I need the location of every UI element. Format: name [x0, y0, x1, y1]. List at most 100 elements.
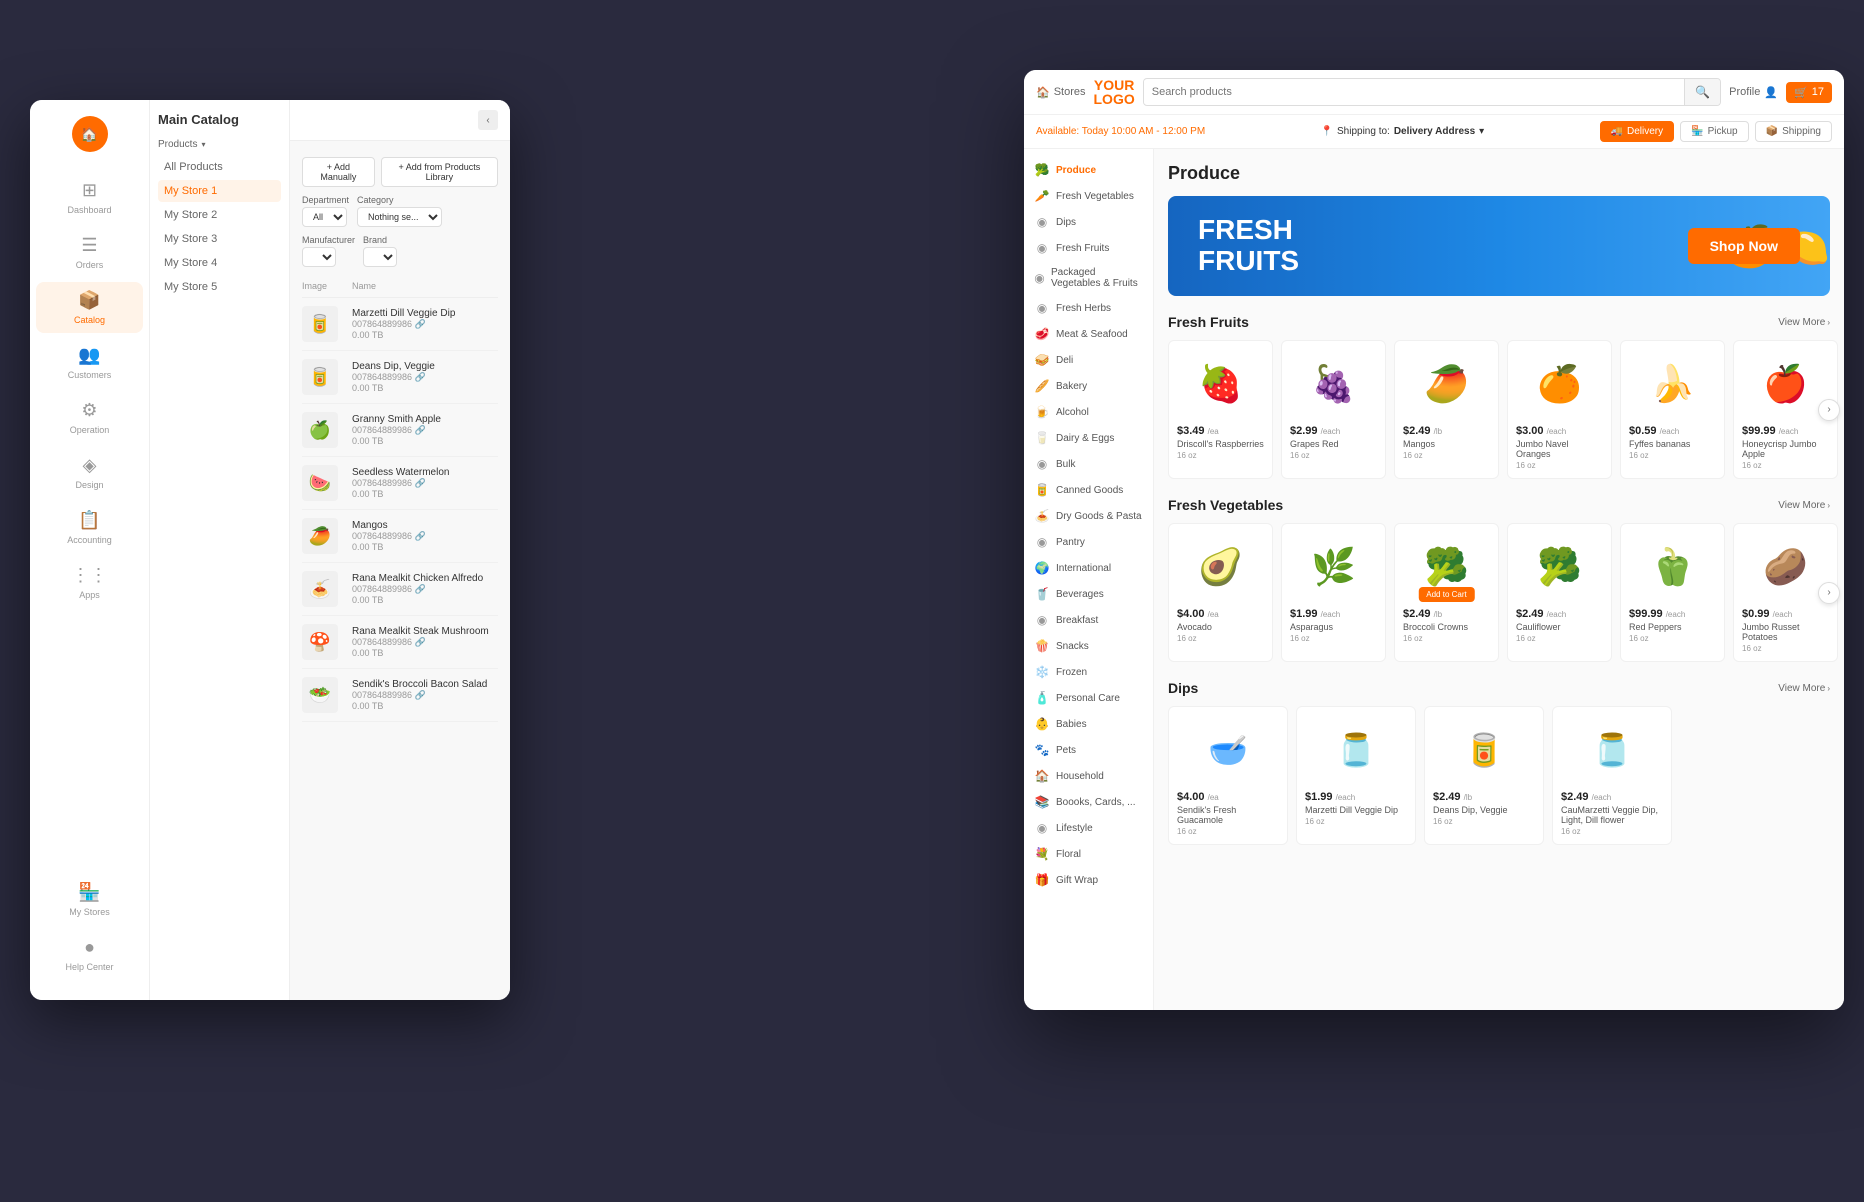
- product-info: Seedless Watermelon 007864889986 🔗 0.00 …: [352, 467, 498, 499]
- category-item-household[interactable]: 🏠 Household: [1024, 763, 1153, 789]
- design-icon: ◈: [83, 455, 97, 476]
- category-item-dips[interactable]: ◉ Dips: [1024, 209, 1153, 235]
- shop-now-button[interactable]: Shop Now: [1688, 228, 1800, 264]
- my-store-5-link[interactable]: My Store 5: [158, 276, 281, 298]
- category-item-babies[interactable]: 👶 Babies: [1024, 711, 1153, 737]
- promo-banner[interactable]: FRESH FRUITS Shop Now 🍊🍋: [1168, 196, 1830, 296]
- nav-design[interactable]: ◈ Design: [36, 447, 143, 498]
- my-store-3-link[interactable]: My Store 3: [158, 228, 281, 250]
- manufacturer-select[interactable]: [302, 247, 336, 267]
- fresh-veg-grid-wrapper: 🥑 $4.00 /ea Avocado 16 oz 🌿 $1.99 /each …: [1168, 523, 1830, 662]
- product-name: Marzetti Dill Veggie Dip: [1305, 805, 1407, 815]
- product-name: Honeycrisp Jumbo Apple: [1742, 439, 1829, 459]
- nav-apps-label: Apps: [79, 590, 100, 600]
- category-item-dairy-eggs[interactable]: 🥛 Dairy & Eggs: [1024, 425, 1153, 451]
- category-item-lifestyle[interactable]: ◉ Lifestyle: [1024, 815, 1153, 841]
- nav-design-label: Design: [75, 480, 103, 490]
- products-label: Products: [158, 139, 197, 150]
- category-icon-bulk: ◉: [1034, 457, 1050, 471]
- nav-my-stores[interactable]: 🏪 My Stores: [36, 874, 143, 925]
- category-icon-dips: ◉: [1034, 215, 1050, 229]
- cart-button[interactable]: 🛒 17: [1786, 82, 1832, 103]
- category-icon-fresh-veg: 🥕: [1034, 189, 1050, 203]
- category-item-books[interactable]: 📚 Boooks, Cards, ...: [1024, 789, 1153, 815]
- category-item-canned[interactable]: 🥫 Canned Goods: [1024, 477, 1153, 503]
- stores-link[interactable]: 🏠 Stores: [1036, 86, 1086, 99]
- fresh-veg-next-button[interactable]: ›: [1818, 582, 1840, 604]
- category-item-deli[interactable]: 🥪 Deli: [1024, 347, 1153, 373]
- home-icon: 🏠: [1036, 86, 1050, 99]
- fresh-fruits-next-button[interactable]: ›: [1818, 399, 1840, 421]
- product-size: 16 oz: [1290, 634, 1377, 643]
- delivery-option-shipping[interactable]: 📦 Shipping: [1755, 121, 1832, 142]
- fresh-fruits-section: Fresh Fruits View More › 🍓 $3.49 /ea Dri…: [1168, 314, 1830, 479]
- nav-help[interactable]: ● Help Center: [36, 929, 143, 980]
- fresh-veg-header: Fresh Vegetables View More ›: [1168, 497, 1830, 513]
- nav-dashboard[interactable]: ⊞ Dashboard: [36, 172, 143, 223]
- category-item-frozen[interactable]: ❄️ Frozen: [1024, 659, 1153, 685]
- delivery-option-pickup[interactable]: 🏪 Pickup: [1680, 121, 1748, 142]
- department-select[interactable]: All: [302, 207, 347, 227]
- category-item-gift-wrap[interactable]: 🎁 Gift Wrap: [1024, 867, 1153, 893]
- category-item-snacks[interactable]: 🍿 Snacks: [1024, 633, 1153, 659]
- my-store-4-link[interactable]: My Store 4: [158, 252, 281, 274]
- category-item-fresh-veg[interactable]: 🥕 Fresh Vegetables: [1024, 183, 1153, 209]
- product-info: Rana Mealkit Chicken Alfredo 00786488998…: [352, 573, 498, 605]
- category-select[interactable]: Nothing se...: [357, 207, 442, 227]
- search-input[interactable]: [1144, 80, 1684, 104]
- category-item-breakfast[interactable]: ◉ Breakfast: [1024, 607, 1153, 633]
- category-item-dry-pasta[interactable]: 🍝 Dry Goods & Pasta: [1024, 503, 1153, 529]
- department-filter: Department All: [302, 195, 349, 227]
- search-button[interactable]: 🔍: [1684, 79, 1720, 105]
- category-item-alcohol[interactable]: 🍺 Alcohol: [1024, 399, 1153, 425]
- nav-orders-label: Orders: [76, 260, 104, 270]
- nav-apps[interactable]: ⋮⋮ Apps: [36, 557, 143, 608]
- category-item-bakery[interactable]: 🥖 Bakery: [1024, 373, 1153, 399]
- storefront-topbar: 🏠 Stores YOUR LOGO 🔍 Profile 👤 🛒 17: [1024, 70, 1844, 115]
- brand-select[interactable]: [363, 247, 397, 267]
- add-from-library-button[interactable]: + Add from Products Library: [381, 157, 498, 187]
- nav-catalog[interactable]: 📦 Catalog: [36, 282, 143, 333]
- category-icon-dairy-eggs: 🥛: [1034, 431, 1050, 445]
- product-image: 🌿: [1290, 532, 1377, 602]
- category-item-international[interactable]: 🌍 International: [1024, 555, 1153, 581]
- category-item-bulk[interactable]: ◉ Bulk: [1024, 451, 1153, 477]
- add-to-cart-button[interactable]: Add to Cart: [1418, 587, 1474, 602]
- category-item-floral[interactable]: 💐 Floral: [1024, 841, 1153, 867]
- add-manually-button[interactable]: + Add Manually: [302, 157, 375, 187]
- nav-operation[interactable]: ⚙ Operation: [36, 392, 143, 443]
- category-label-lifestyle: Lifestyle: [1056, 823, 1093, 834]
- cat-label: Category: [357, 195, 442, 205]
- collapse-button[interactable]: ‹: [478, 110, 498, 130]
- fresh-fruits-header: Fresh Fruits View More ›: [1168, 314, 1830, 330]
- category-item-fresh-herbs[interactable]: ◉ Fresh Herbs: [1024, 295, 1153, 321]
- category-item-pantry[interactable]: ◉ Pantry: [1024, 529, 1153, 555]
- product-name: Seedless Watermelon: [352, 467, 498, 478]
- category-item-packaged[interactable]: ◉ Packaged Vegetables & Fruits: [1024, 261, 1153, 295]
- nav-accounting[interactable]: 📋 Accounting: [36, 502, 143, 553]
- table-row: 🍄 Rana Mealkit Steak Mushroom 0078648899…: [302, 616, 498, 669]
- nav-orders[interactable]: ☰ Orders: [36, 227, 143, 278]
- product-thumbnail: 🍝: [302, 571, 338, 607]
- fresh-fruits-view-more[interactable]: View More ›: [1778, 317, 1830, 328]
- shipping-icon: 📦: [1766, 126, 1778, 137]
- dips-view-more[interactable]: View More ›: [1778, 683, 1830, 694]
- fresh-veg-view-more[interactable]: View More ›: [1778, 500, 1830, 511]
- category-item-pets[interactable]: 🐾 Pets: [1024, 737, 1153, 763]
- list-item: 🥣 $4.00 /ea Sendik's Fresh Guacamole 16 …: [1168, 706, 1288, 845]
- product-image: 🫙: [1305, 715, 1407, 785]
- category-item-personal-care[interactable]: 🧴 Personal Care: [1024, 685, 1153, 711]
- delivery-address[interactable]: Delivery Address: [1394, 126, 1475, 137]
- my-store-1-link[interactable]: My Store 1: [158, 180, 281, 202]
- all-products-link[interactable]: All Products: [158, 156, 281, 178]
- nav-customers[interactable]: 👥 Customers: [36, 337, 143, 388]
- category-item-fresh-fruits[interactable]: ◉ Fresh Fruits: [1024, 235, 1153, 261]
- product-size: 16 oz: [1403, 451, 1490, 460]
- delivery-option-delivery[interactable]: 🚚 Delivery: [1600, 121, 1675, 142]
- profile-button[interactable]: Profile 👤: [1729, 86, 1778, 99]
- product-thumbnail: 🍄: [302, 624, 338, 660]
- category-item-beverages[interactable]: 🥤 Beverages: [1024, 581, 1153, 607]
- category-item-produce[interactable]: 🥦 Produce: [1024, 157, 1153, 183]
- category-item-meat-seafood[interactable]: 🥩 Meat & Seafood: [1024, 321, 1153, 347]
- my-store-2-link[interactable]: My Store 2: [158, 204, 281, 226]
